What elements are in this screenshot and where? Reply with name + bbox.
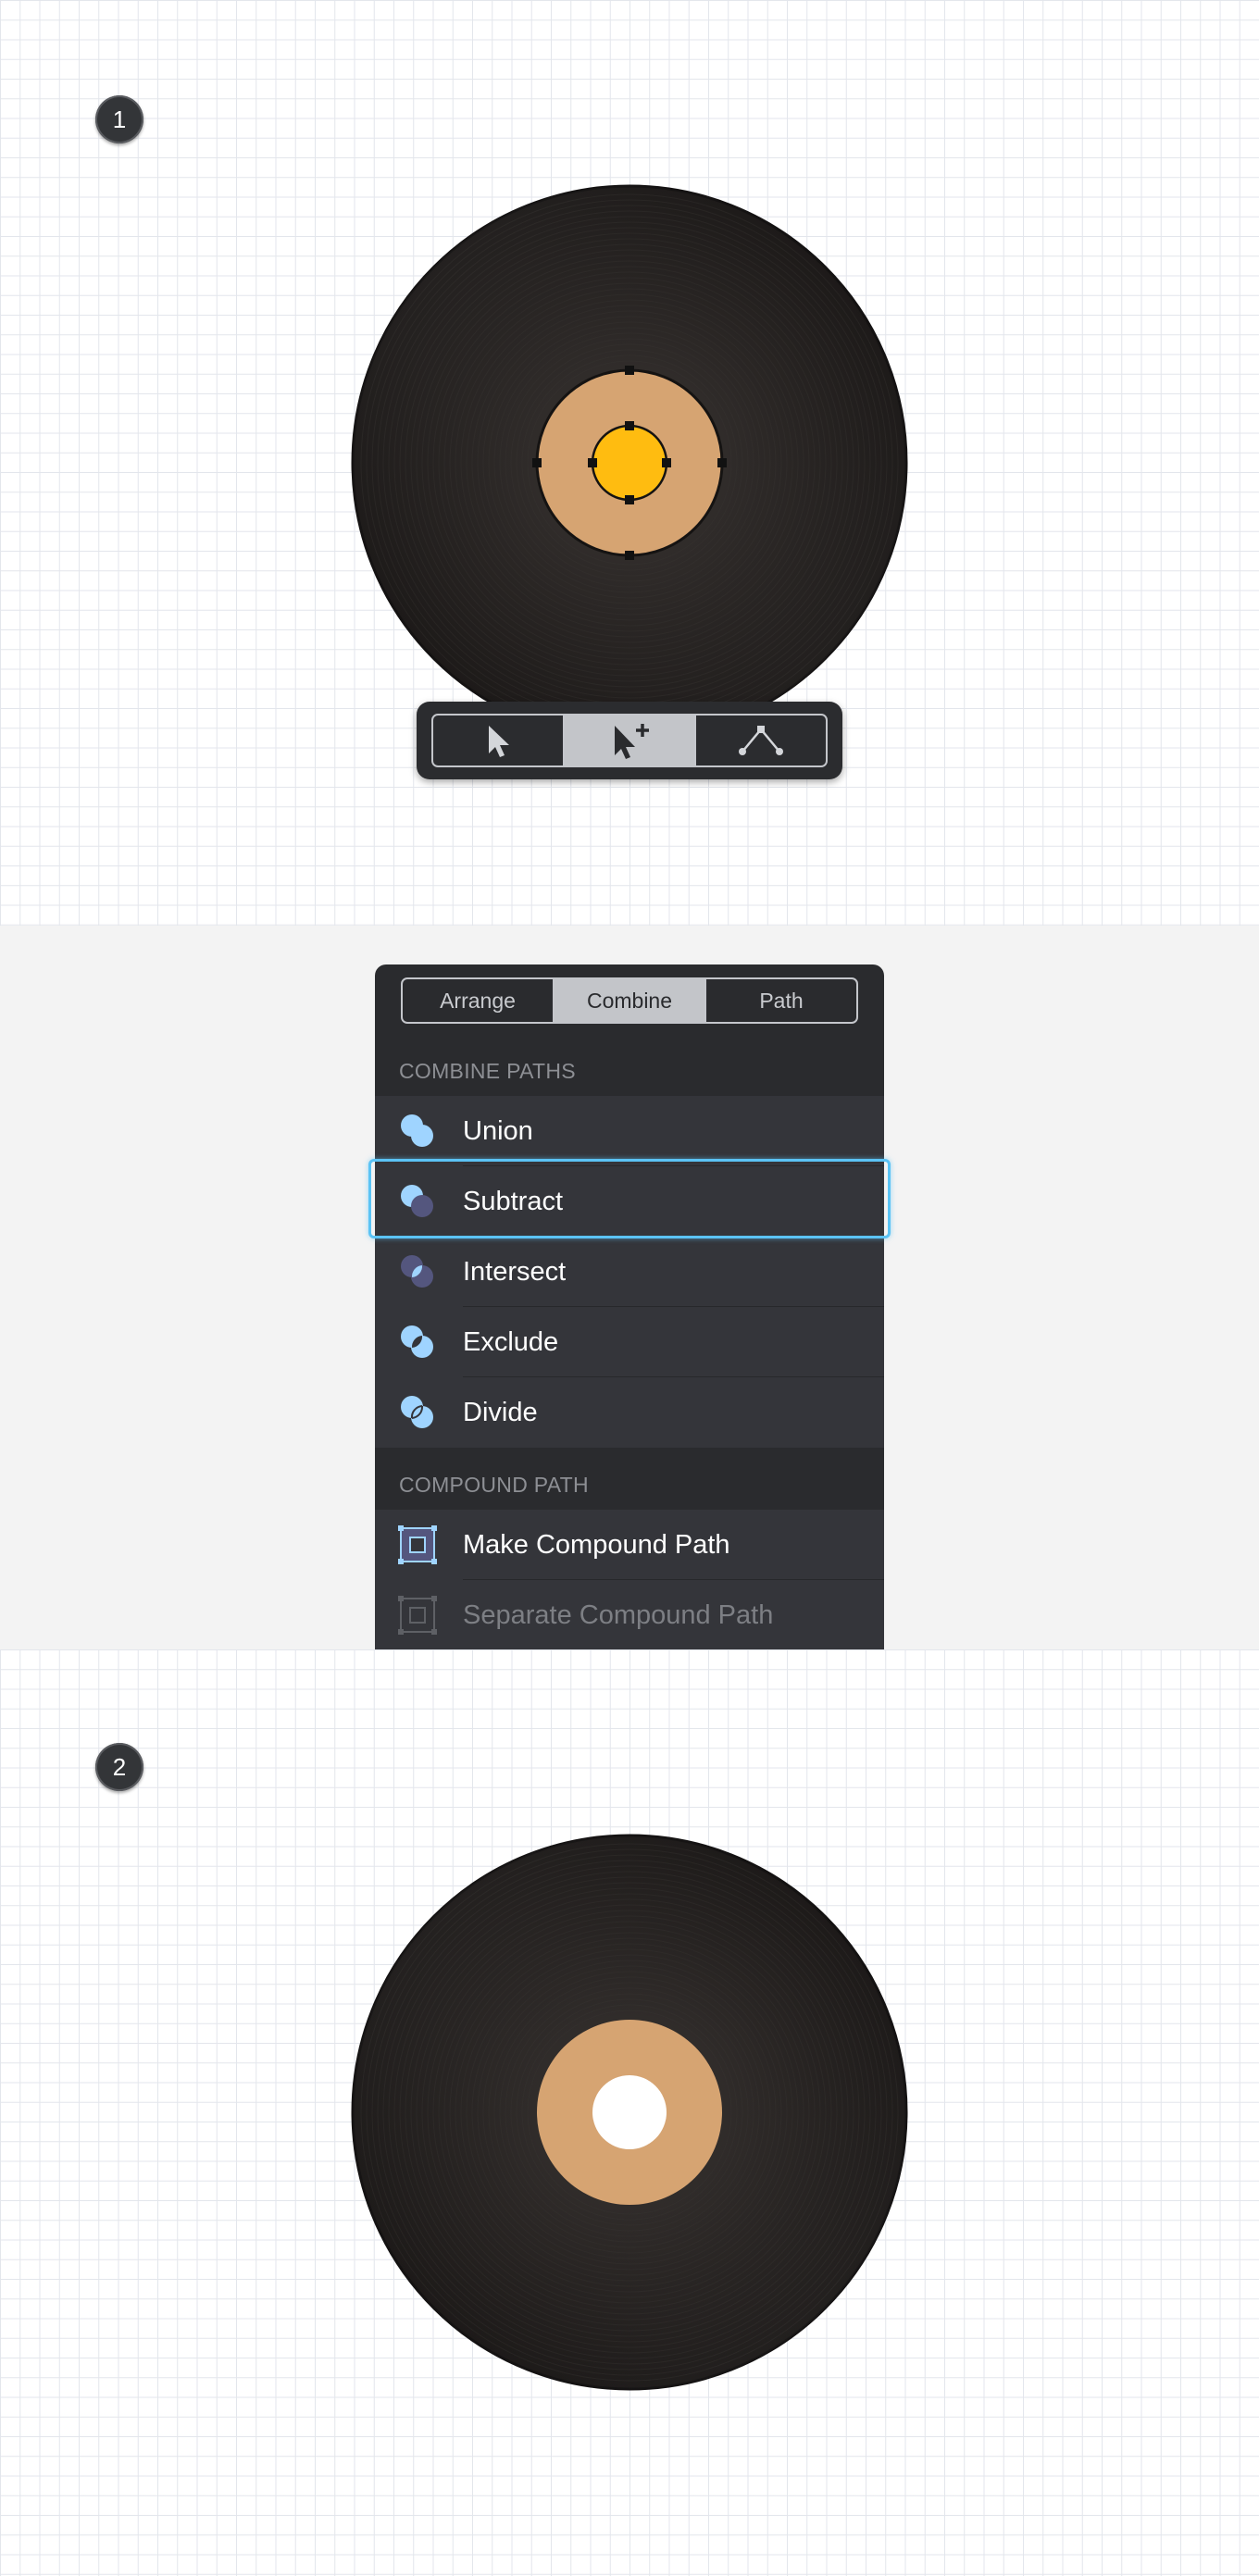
- menu-item-union[interactable]: Union: [375, 1096, 884, 1166]
- vinyl-record[interactable]: [350, 183, 909, 742]
- combine-panel-area: Arrange Combine Path COMBINE PATHS Union…: [0, 926, 1259, 1649]
- menu-item-label: Make Compound Path: [463, 1530, 730, 1560]
- canvas-step-2: 2: [0, 1649, 1259, 2576]
- menu-item-exclude[interactable]: Exclude: [375, 1307, 884, 1377]
- selected-item-highlight: [368, 1159, 891, 1238]
- tab-combine[interactable]: Combine: [553, 979, 704, 1022]
- center-hole: [592, 2075, 667, 2149]
- step-number-badge: 1: [95, 95, 143, 143]
- menu-item-label: Intersect: [463, 1257, 567, 1287]
- menu-item-label: Separate Compound Path: [463, 1600, 774, 1630]
- divide-icon: [401, 1396, 433, 1428]
- menu-item-divide[interactable]: Divide: [375, 1377, 884, 1448]
- direct-select-plus-icon: [615, 724, 649, 759]
- exclude-icon: [401, 1325, 433, 1358]
- menu-item-intersect[interactable]: Intersect: [375, 1237, 884, 1307]
- menu-item-make-compound-path[interactable]: Make Compound Path: [375, 1510, 884, 1580]
- shape-options-panel: Arrange Combine Path COMBINE PATHS Union…: [375, 964, 884, 1649]
- node-path-icon: [739, 726, 783, 755]
- panel-tabs: Arrange Combine Path: [401, 977, 858, 1024]
- step-number-badge: 2: [95, 1743, 143, 1791]
- separate-compound-path-icon: [398, 1596, 437, 1635]
- select-tool[interactable]: [433, 716, 563, 765]
- tab-path[interactable]: Path: [704, 979, 856, 1022]
- intersect-icon: [401, 1255, 433, 1288]
- node-tool[interactable]: [694, 716, 826, 765]
- select-arrow-icon: [489, 726, 509, 757]
- menu-item-separate-compound-path[interactable]: Separate Compound Path: [375, 1580, 884, 1649]
- menu-item-label: Divide: [463, 1398, 538, 1427]
- make-compound-path-icon: [398, 1525, 437, 1564]
- tab-arrange[interactable]: Arrange: [403, 979, 553, 1022]
- center-hole-selected[interactable]: [591, 424, 668, 502]
- selection-tool-bar: [417, 702, 842, 779]
- menu-item-label: Exclude: [463, 1327, 559, 1357]
- vinyl-record-result[interactable]: [350, 1833, 909, 2392]
- canvas-step-1: 1: [0, 0, 1259, 926]
- direct-select-tool[interactable]: [563, 716, 694, 765]
- union-icon: [401, 1114, 433, 1147]
- combine-paths-header: COMBINE PATHS: [399, 1059, 576, 1083]
- compound-path-header: COMPOUND PATH: [399, 1473, 589, 1497]
- menu-item-label: Union: [463, 1116, 533, 1146]
